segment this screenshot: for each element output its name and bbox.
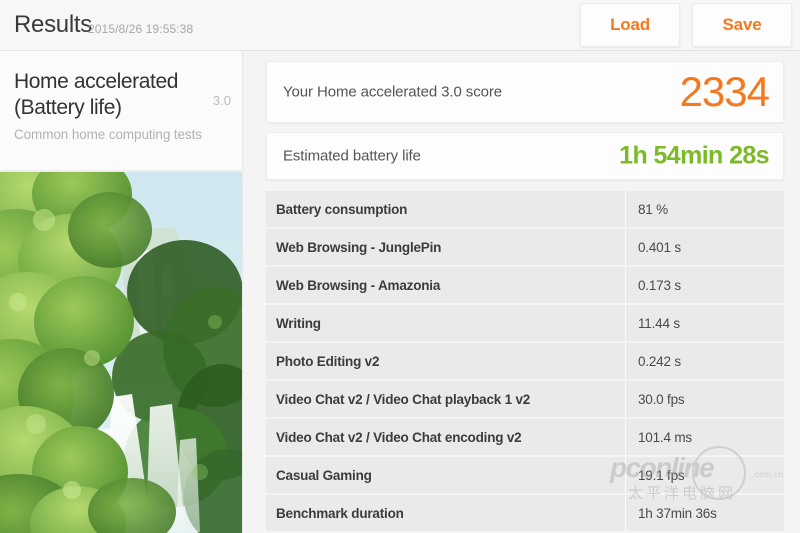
benchmark-title: Home accelerated (Battery life) (14, 70, 179, 119)
load-button[interactable]: Load (580, 3, 680, 47)
score-value: 2334 (679, 68, 770, 115)
benchmark-version-badge: 3.0 (212, 93, 231, 108)
result-value: 19.1 fps (638, 467, 685, 483)
table-row: Photo Editing v2 0.242 s (266, 343, 784, 379)
page-title: Results (14, 11, 92, 38)
benchmark-photo (0, 172, 243, 533)
battery-life-card: Estimated battery life 1h 54min 28s (266, 132, 784, 180)
result-label: Web Browsing - Amazonia (276, 277, 441, 293)
result-value: 0.173 s (638, 277, 681, 293)
table-row: Battery consumption 81 % (266, 191, 784, 227)
table-row: Casual Gaming 19.1 fps (266, 457, 784, 493)
result-label: Casual Gaming (276, 467, 372, 483)
column-divider (625, 343, 626, 379)
column-divider (625, 191, 626, 227)
result-label: Video Chat v2 / Video Chat encoding v2 (276, 429, 522, 445)
benchmark-subtitle: Common home computing tests (14, 127, 202, 142)
result-label: Video Chat v2 / Video Chat playback 1 v2 (276, 391, 531, 407)
result-label: Photo Editing v2 (276, 353, 380, 369)
battery-life-label: Estimated battery life (283, 147, 421, 165)
benchmark-info-card[interactable]: Home accelerated (Battery life) 3.0 Comm… (0, 51, 243, 170)
result-label: Writing (276, 315, 321, 331)
table-row: Video Chat v2 / Video Chat playback 1 v2… (266, 381, 784, 417)
result-value: 0.401 s (638, 239, 681, 255)
column-divider (625, 229, 626, 265)
column-divider (625, 381, 626, 417)
results-window: Results 2015/8/26 19:55:38 Load Save Hom… (0, 0, 800, 533)
table-row: Web Browsing - JunglePin 0.401 s (266, 229, 784, 265)
column-divider (625, 267, 626, 303)
column-divider (625, 419, 626, 455)
table-row: Web Browsing - Amazonia 0.173 s (266, 267, 784, 303)
result-label: Benchmark duration (276, 505, 404, 521)
table-row: Writing 11.44 s (266, 305, 784, 341)
result-label: Web Browsing - JunglePin (276, 239, 442, 255)
column-divider (625, 305, 626, 341)
table-row: Benchmark duration 1h 37min 36s (266, 495, 784, 531)
column-divider (625, 457, 626, 493)
battery-life-value: 1h 54min 28s (619, 141, 769, 170)
benchmark-sidebar: Home accelerated (Battery life) 3.0 Comm… (0, 51, 248, 533)
save-button[interactable]: Save (692, 3, 792, 47)
result-value: 30.0 fps (638, 391, 685, 407)
results-panel: Your Home accelerated 3.0 score 2334 Est… (248, 51, 800, 533)
app-header: Results 2015/8/26 19:55:38 Load Save (0, 0, 800, 51)
jungle-waterfall-illustration (0, 172, 242, 533)
results-table: Battery consumption 81 % Web Browsing - Ju… (266, 191, 784, 533)
table-row: Video Chat v2 / Video Chat encoding v2 10… (266, 419, 784, 455)
result-label: Battery consumption (276, 201, 408, 217)
result-value: 101.4 ms (638, 429, 692, 445)
result-timestamp: 2015/8/26 19:55:38 (88, 22, 194, 36)
result-value: 1h 37min 36s (638, 505, 717, 521)
score-card: Your Home accelerated 3.0 score 2334 (266, 61, 784, 123)
result-value: 0.242 s (638, 353, 681, 369)
result-value: 81 % (638, 201, 668, 217)
header-button-group: Load Save (580, 3, 792, 47)
column-divider (625, 495, 626, 531)
result-value: 11.44 s (638, 315, 680, 331)
score-label: Your Home accelerated 3.0 score (283, 83, 502, 101)
